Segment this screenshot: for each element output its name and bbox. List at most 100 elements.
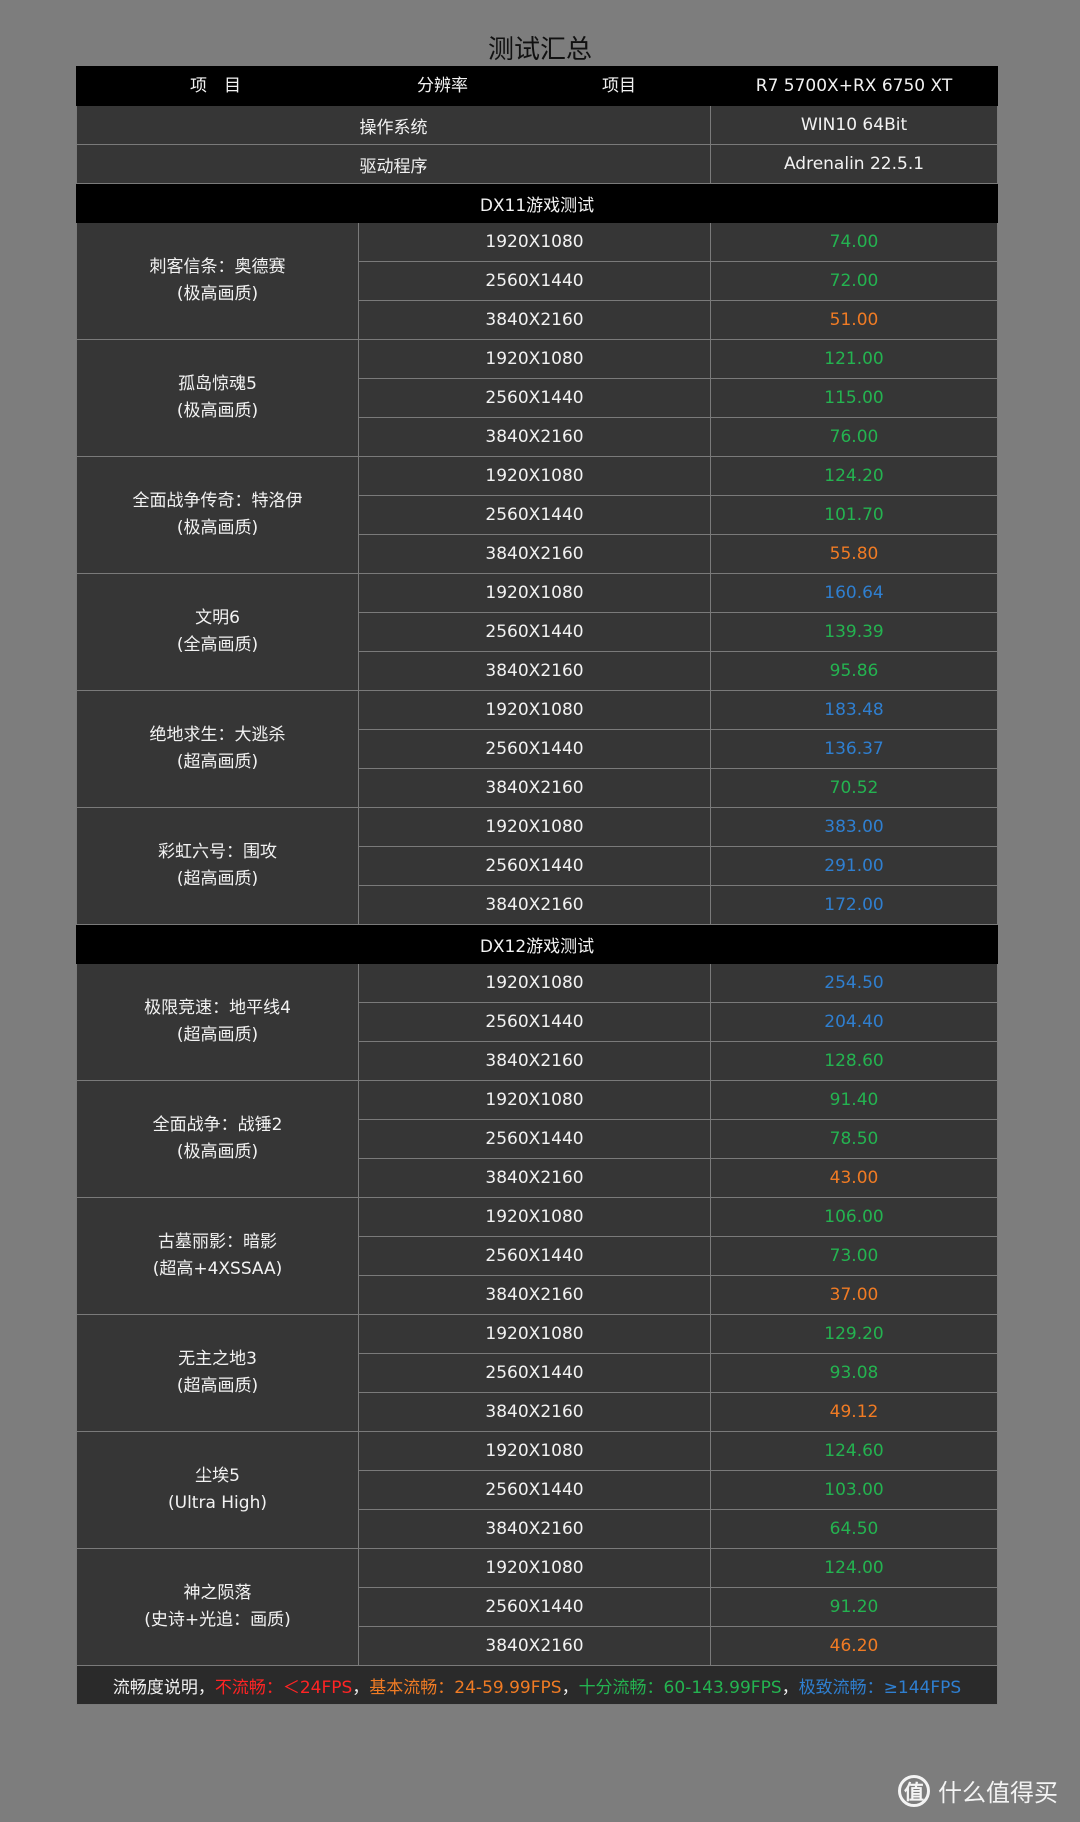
header-item2-label: 项目: [602, 76, 636, 96]
fps-cell: 55.80: [710, 534, 998, 574]
fps-cell: 76.00: [710, 417, 998, 457]
fps-cell: 121.00: [710, 339, 998, 379]
fps-cell: 124.00: [710, 1548, 998, 1588]
legend-row: 流畅度说明，不流畅：＜24FPS，基本流畅：24-59.99FPS，十分流畅：6…: [76, 1665, 998, 1705]
game-name: 文明6: [195, 608, 240, 628]
result-row: 彩虹六号：围攻 (超高画质) 1920X1080 383.00: [76, 807, 998, 925]
fps-cell: 124.20: [710, 456, 998, 496]
resolution-cell: 3840X2160: [358, 534, 711, 574]
fps-cell: 204.40: [710, 1002, 998, 1042]
resolution-cell: 2560X1440: [358, 846, 711, 886]
results-table: 项 目 分辨率 项目 R7 5700X+RX 6750 XT 操作系统 WIN1…: [76, 66, 998, 1705]
game-name: 尘埃5: [195, 1466, 240, 1486]
game-setting: (Ultra High): [168, 1493, 267, 1513]
game-cell: 极限竞速：地平线4 (超高画质): [76, 963, 359, 1081]
resolution-cell: 1920X1080: [358, 1431, 711, 1471]
resolution-cell: 1920X1080: [358, 963, 711, 1003]
legend: 流畅度说明，不流畅：＜24FPS，基本流畅：24-59.99FPS，十分流畅：6…: [76, 1665, 998, 1705]
resolution-cell: 3840X2160: [358, 300, 711, 340]
fps-cell: 383.00: [710, 807, 998, 847]
resolution-cell: 1920X1080: [358, 456, 711, 496]
info-row-driver: 驱动程序 Adrenalin 22.5.1: [76, 144, 998, 184]
resolution-cell: 3840X2160: [358, 1158, 711, 1198]
info-value: WIN10 64Bit: [710, 105, 998, 145]
fps-cell: 74.00: [710, 222, 998, 262]
resolution-cell: 1920X1080: [358, 1548, 711, 1588]
info-label: 操作系统: [76, 105, 711, 145]
fps-cell: 124.60: [710, 1431, 998, 1471]
fps-cell: 72.00: [710, 261, 998, 301]
info-value: Adrenalin 22.5.1: [710, 144, 998, 184]
fps-cell: 128.60: [710, 1041, 998, 1081]
game-setting: (超高画质): [176, 1025, 259, 1045]
result-row: 极限竞速：地平线4 (超高画质) 1920X1080 254.50: [76, 963, 998, 1081]
fps-cell: 183.48: [710, 690, 998, 730]
result-row: 文明6 (全高画质) 1920X1080 160.64: [76, 573, 998, 691]
result-row: 全面战争传奇：特洛伊 (极高画质) 1920X1080 124.20: [76, 456, 998, 574]
game-cell: 彩虹六号：围攻 (超高画质): [76, 807, 359, 925]
fps-cell: 291.00: [710, 846, 998, 886]
resolution-cell: 3840X2160: [358, 1509, 711, 1549]
legend-prefix: 流畅度说明，: [112, 1677, 215, 1698]
legend-item: 基本流畅：24-59.99FPS: [369, 1677, 562, 1698]
game-setting: (超高画质): [176, 752, 259, 772]
header-row: 项 目 分辨率 项目 R7 5700X+RX 6750 XT: [76, 66, 998, 106]
game-setting: (史诗+光追：画质): [144, 1610, 291, 1630]
game-cell: 文明6 (全高画质): [76, 573, 359, 691]
game-name: 神之陨落: [183, 1583, 252, 1603]
legend-item: ，: [781, 1677, 799, 1698]
game-setting: (全高画质): [176, 635, 259, 655]
fps-cell: 91.20: [710, 1587, 998, 1627]
watermark: 值 什么值得买: [898, 1773, 1058, 1808]
game-cell: 古墓丽影：暗影 (超高+4XSSAA): [76, 1197, 359, 1315]
fps-cell: 37.00: [710, 1275, 998, 1315]
game-cell: 孤岛惊魂5 (极高画质): [76, 339, 359, 457]
game-name: 刺客信条：奥德赛: [149, 257, 286, 277]
section-title: DX11游戏测试: [76, 183, 998, 223]
legend-item: ，: [561, 1677, 579, 1698]
fps-cell: 51.00: [710, 300, 998, 340]
result-row: 尘埃5 (Ultra High) 1920X1080 124.60: [76, 1431, 998, 1549]
resolution-cell: 2560X1440: [358, 1470, 711, 1510]
fps-cell: 139.39: [710, 612, 998, 652]
fps-cell: 43.00: [710, 1158, 998, 1198]
game-setting: (超高画质): [176, 1376, 259, 1396]
result-row: 孤岛惊魂5 (极高画质) 1920X1080 121.00: [76, 339, 998, 457]
legend-item: 十分流畅：60-143.99FPS: [578, 1677, 782, 1698]
fps-cell: 254.50: [710, 963, 998, 1003]
game-cell: 无主之地3 (超高画质): [76, 1314, 359, 1432]
resolution-cell: 1920X1080: [358, 807, 711, 847]
resolution-cell: 2560X1440: [358, 495, 711, 535]
resolution-cell: 2560X1440: [358, 1587, 711, 1627]
watermark-logo-icon: 值: [898, 1774, 930, 1807]
legend-item: 不流畅：＜24FPS: [214, 1677, 353, 1698]
watermark-text: 什么值得买: [938, 1779, 1058, 1807]
header-item-label: 项 目: [190, 76, 241, 96]
resolution-cell: 2560X1440: [358, 1236, 711, 1276]
game-setting: (超高+4XSSAA): [152, 1259, 283, 1279]
game-setting: (极高画质): [176, 401, 259, 421]
game-cell: 绝地求生：大逃杀 (超高画质): [76, 690, 359, 808]
game-setting: (极高画质): [176, 284, 259, 304]
fps-cell: 93.08: [710, 1353, 998, 1393]
resolution-cell: 2560X1440: [358, 261, 711, 301]
resolution-cell: 2560X1440: [358, 612, 711, 652]
resolution-cell: 1920X1080: [358, 339, 711, 379]
game-name: 孤岛惊魂5: [178, 374, 257, 394]
fps-cell: 70.52: [710, 768, 998, 808]
page-title: 测试汇总: [487, 35, 592, 65]
legend-item: 极致流畅：≥144FPS: [798, 1677, 962, 1698]
legend-item: ，: [352, 1677, 370, 1698]
game-cell: 全面战争传奇：特洛伊 (极高画质): [76, 456, 359, 574]
fps-cell: 91.40: [710, 1080, 998, 1120]
resolution-cell: 2560X1440: [358, 729, 711, 769]
resolution-cell: 1920X1080: [358, 1197, 711, 1237]
fps-cell: 103.00: [710, 1470, 998, 1510]
header-config-label: R7 5700X+RX 6750 XT: [710, 66, 998, 106]
result-row: 全面战争：战锤2 (极高画质) 1920X1080 91.40: [76, 1080, 998, 1198]
resolution-cell: 3840X2160: [358, 1392, 711, 1432]
resolution-cell: 2560X1440: [358, 1353, 711, 1393]
fps-cell: 136.37: [710, 729, 998, 769]
section-title: DX12游戏测试: [76, 924, 998, 964]
game-setting: (极高画质): [176, 518, 259, 538]
